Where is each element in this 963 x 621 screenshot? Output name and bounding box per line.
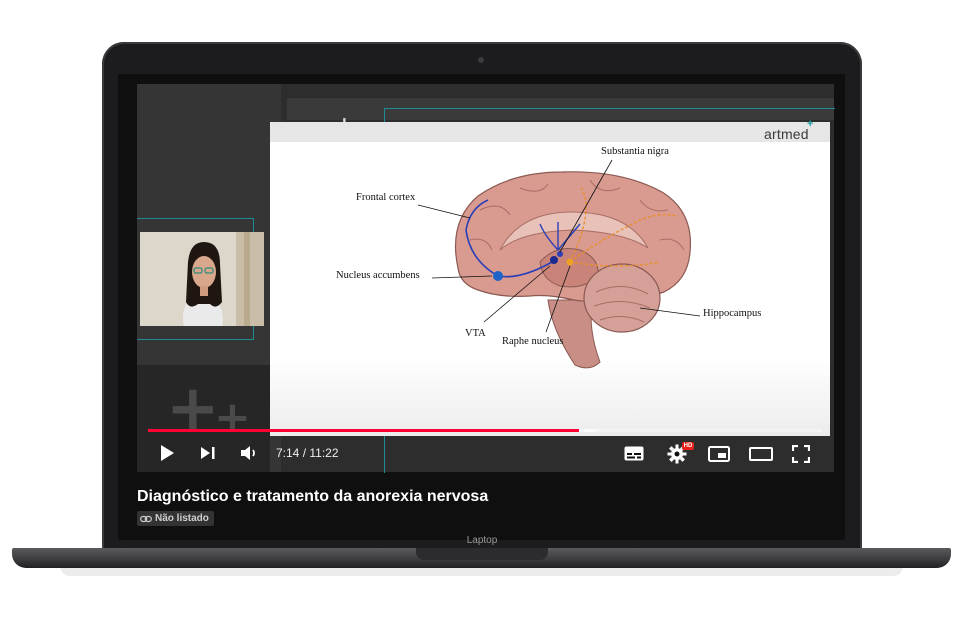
- link-icon: [140, 515, 152, 522]
- label-frontal-cortex: Frontal cortex: [356, 192, 416, 203]
- next-icon[interactable]: [200, 446, 216, 460]
- artmed-logo: artmed: [764, 126, 809, 142]
- time-display: 7:14 / 11:22: [276, 446, 339, 460]
- hd-badge: HD: [682, 442, 694, 450]
- presenter-webcam: [140, 232, 264, 326]
- laptop-notch: [416, 548, 548, 560]
- subtitles-icon[interactable]: [624, 446, 644, 461]
- theater-icon[interactable]: [749, 447, 773, 461]
- slide-header-bar: [270, 122, 830, 142]
- volume-icon[interactable]: [240, 445, 260, 461]
- label-hippocampus: Hippocampus: [703, 308, 762, 319]
- fullscreen-icon[interactable]: [792, 445, 810, 463]
- play-icon[interactable]: [158, 444, 176, 462]
- label-vta: VTA: [465, 328, 486, 339]
- label-nucleus-accumbens: Nucleus accumbens: [336, 270, 420, 281]
- miniplayer-icon[interactable]: [708, 446, 730, 462]
- presenter-image: [140, 232, 264, 326]
- webcam-dot: [478, 57, 484, 63]
- plus-decoration: +: [214, 392, 251, 443]
- laptop-label: Laptop: [466, 535, 498, 546]
- label-substantia-nigra: Substantia nigra: [601, 146, 669, 157]
- unlisted-badge: Não listado: [137, 511, 214, 526]
- logo-plus-icon: +: [807, 118, 814, 130]
- video-title[interactable]: Diagnóstico e tratamento da anorexia ner…: [137, 488, 488, 506]
- plus-decoration: +: [166, 372, 220, 446]
- progress-played: [148, 429, 579, 432]
- unlisted-label: Não listado: [155, 513, 209, 524]
- brain-diagram: [417, 159, 701, 369]
- label-raphe-nucleus: Raphe nucleus: [502, 336, 564, 347]
